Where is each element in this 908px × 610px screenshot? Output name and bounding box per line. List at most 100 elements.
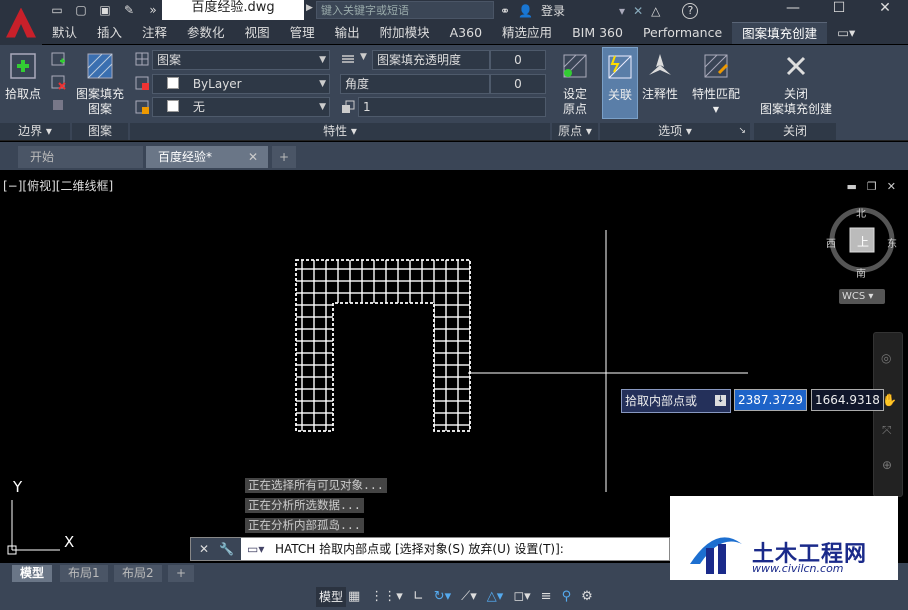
osnap-tracking-icon[interactable]: ◻▾ [513, 589, 530, 604]
transparency-value[interactable]: 0 [490, 50, 546, 70]
zoom-extents-icon[interactable]: ⤧ [882, 423, 892, 438]
save-as-icon[interactable]: ✎ [120, 2, 138, 19]
associative-button[interactable]: 关联 [602, 47, 638, 119]
pick-point-icon [10, 53, 36, 79]
compass-south[interactable]: 南 [856, 265, 866, 280]
tab-a360[interactable]: A360 [440, 22, 492, 44]
chevron-right-icon[interactable]: ▶ [306, 3, 313, 13]
wcs-menu[interactable]: WCS ▾ [839, 289, 885, 304]
save-icon[interactable]: ▣ [96, 2, 114, 19]
add-layout-icon[interactable]: + [168, 565, 195, 582]
annotative-label: 注释性 [641, 87, 678, 101]
pattern-button[interactable]: 图案填充 图案 [74, 47, 126, 117]
tab-default[interactable]: 默认 [42, 22, 87, 44]
minimize-icon[interactable]: — [770, 0, 816, 18]
polar-icon[interactable]: ↻▾ [434, 589, 451, 604]
close-label-1: 关闭 [783, 87, 808, 101]
app-menu-button[interactable] [0, 0, 42, 45]
tab-view[interactable]: 视图 [235, 22, 280, 44]
close-tab-icon[interactable]: ✕ [248, 146, 258, 168]
tab-performance[interactable]: Performance [633, 22, 732, 44]
help-button[interactable]: ? [682, 2, 699, 19]
ortho-icon[interactable]: ∟ [413, 589, 424, 604]
set-origin-icon [563, 54, 587, 78]
command-line[interactable]: ✕ 🔧 ▭▾ HATCH 拾取内部点或 [选择对象(S) 放弃(U) 设置(T)… [190, 537, 670, 561]
boundary-panel-title[interactable]: 边界 ▾ [0, 123, 70, 140]
y-coordinate-input[interactable]: 1664.9318 [811, 389, 884, 411]
more-icon[interactable]: » [144, 2, 162, 19]
x-coordinate-input[interactable]: 2387.3729 [734, 389, 807, 411]
login-link[interactable]: 登录 [541, 2, 565, 19]
scale-input[interactable]: 1 [358, 97, 546, 117]
chevron-down-icon[interactable]: ▾ [619, 4, 625, 18]
file-tab-start[interactable]: 开始 [18, 146, 143, 168]
lineweight-icon[interactable]: ≡ [541, 589, 552, 604]
scale-icon [342, 100, 355, 113]
exchange-icon[interactable]: ✕ [633, 4, 643, 18]
message-2: 正在分析所选数据... [245, 498, 364, 513]
tab-insert[interactable]: 插入 [87, 22, 132, 44]
user-icon[interactable]: 👤 [518, 4, 533, 18]
set-origin-button[interactable]: 设定 原点 [554, 47, 596, 117]
workspace-icon[interactable]: ⚙ [581, 589, 593, 604]
close-command-icon[interactable]: ✕ [199, 538, 209, 560]
steering-wheel-icon[interactable]: ◎ [881, 351, 891, 365]
options-panel-title[interactable]: 选项 ▾ ↘ [600, 123, 750, 140]
tab-model[interactable]: 模型 [12, 565, 53, 582]
background-color-combo[interactable]: 无 ▼ [152, 97, 330, 117]
close-label-2: 图案填充创建 [759, 102, 832, 116]
tab-annotate[interactable]: 注释 [132, 22, 177, 44]
grid-icon[interactable]: ▦ [348, 589, 360, 604]
select-icon[interactable] [50, 51, 66, 67]
remove-boundary-icon[interactable] [50, 74, 66, 90]
isodraft-icon[interactable]: ⟋▾ [461, 589, 477, 604]
pan-icon[interactable]: ✋ [882, 393, 897, 407]
tab-addins[interactable]: 附加模块 [370, 22, 440, 44]
tab-output[interactable]: 输出 [325, 22, 370, 44]
pattern-type-combo[interactable]: 图案 ▼ [152, 50, 330, 70]
recreate-boundary-icon[interactable] [50, 97, 66, 113]
tab-layout1[interactable]: 布局1 [60, 565, 108, 582]
chevron-down-icon[interactable]: ▼ [360, 52, 367, 62]
options-down-icon[interactable]: ↓ [715, 395, 726, 406]
ucs-y-label: Y [13, 478, 23, 496]
angle-label: 角度 [340, 74, 490, 94]
tab-featured-apps[interactable]: 精选应用 [492, 22, 562, 44]
origin-panel-title[interactable]: 原点 ▾ [552, 123, 598, 140]
close-x-icon [786, 56, 806, 76]
compass-east[interactable]: 东 [887, 235, 897, 250]
open-file-icon[interactable]: ▢ [72, 2, 90, 19]
wrench-icon[interactable]: 🔧 [219, 538, 234, 560]
maximize-icon[interactable]: ☐ [816, 0, 862, 18]
tab-manage[interactable]: 管理 [280, 22, 325, 44]
tab-hatch-creation[interactable]: 图案填充创建 [732, 22, 828, 44]
tab-parametric[interactable]: 参数化 [177, 22, 235, 44]
model-space-button[interactable]: 模型 [316, 587, 347, 607]
new-file-icon[interactable]: ▭ [48, 2, 66, 19]
tab-bim360[interactable]: BIM 360 [562, 22, 633, 44]
add-tab-button[interactable]: + [272, 146, 296, 168]
file-tab-current[interactable]: 百度经验* ✕ [146, 146, 268, 168]
osnap-icon[interactable]: △▾ [487, 589, 504, 604]
a360-icon[interactable]: △ [651, 4, 660, 18]
angle-value[interactable]: 0 [490, 74, 546, 94]
orbit-icon[interactable]: ⊕ [882, 458, 892, 472]
annotation-scale-icon[interactable]: ⚲ [562, 589, 572, 604]
binoculars-icon[interactable]: ⚭ [500, 4, 510, 18]
tab-layout2[interactable]: 布局2 [114, 565, 162, 582]
annotative-button[interactable]: 注释性 [640, 47, 680, 102]
pick-point-button[interactable]: 拾取点 [3, 47, 43, 102]
close-hatch-creation-button[interactable]: 关闭 图案填充创建 [758, 47, 834, 117]
properties-panel-title[interactable]: 特性 ▾ [130, 123, 550, 140]
compass-west[interactable]: 西 [826, 235, 836, 250]
ribbon-options-icon[interactable]: ▭▾ [827, 22, 865, 44]
color-combo[interactable]: ByLayer ▼ [152, 74, 330, 94]
transparency-icon[interactable] [340, 51, 356, 67]
viewcube-top-face[interactable]: 上 [857, 233, 869, 250]
snap-icon[interactable]: ⋮⋮▾ [370, 589, 403, 604]
command-history-icon[interactable]: ▭▾ [247, 538, 264, 560]
compass-north[interactable]: 北 [856, 205, 866, 220]
search-input[interactable]: 键入关键字或短语 [316, 1, 494, 19]
close-icon[interactable]: ✕ [862, 0, 908, 18]
match-properties-button[interactable]: 特性匹配 ▼ [688, 47, 744, 117]
